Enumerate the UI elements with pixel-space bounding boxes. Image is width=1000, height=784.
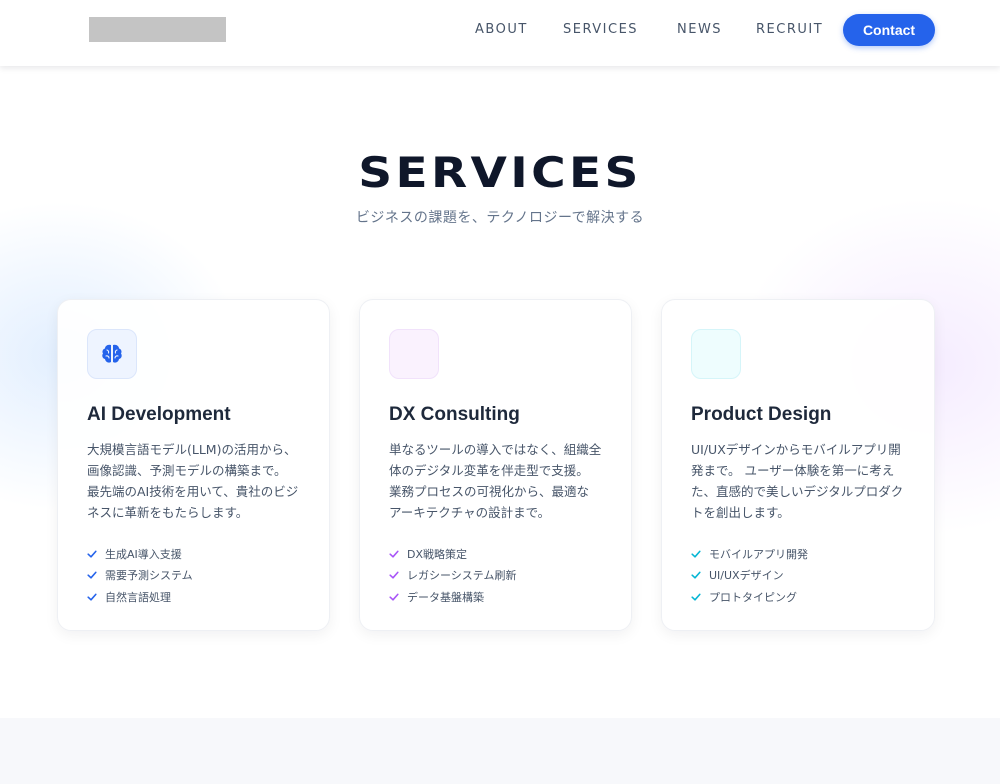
consulting-icon [389, 329, 439, 379]
card-description: 大規模言語モデル(LLM)の活用から、 画像認識、予測モデルの構築まで。 最先端… [87, 442, 299, 520]
feature-label: レガシーシステム刷新 [407, 569, 517, 583]
nav-services[interactable]: SERVICES [563, 22, 638, 37]
feature-item: UI/UXデザイン [691, 565, 808, 587]
section-subtitle: ビジネスの課題を、テクノロジーで解決する [355, 210, 645, 226]
service-card-ai[interactable]: AI Development 大規模言語モデル(LLM)の活用から、 画像認識、… [57, 299, 330, 631]
check-icon [691, 593, 701, 601]
feature-item: モバイルアプリ開発 [691, 543, 808, 565]
feature-label: モバイルアプリ開発 [709, 547, 808, 561]
card-title: Product Design [691, 404, 832, 425]
card-description: UI/UXデザインからモバイルアプリ開 発まで。 ユーザー体験を第一に考え た、… [691, 442, 904, 520]
check-icon [691, 571, 701, 579]
nav-recruit[interactable]: RECRUIT [756, 22, 823, 37]
feature-item: プロトタイピング [691, 586, 808, 608]
feature-item: 自然言語処理 [87, 586, 193, 608]
service-card-dx[interactable]: DX Consulting 単なるツールの導入ではなく、組織全 体のデジタル変革… [359, 299, 632, 631]
check-icon [87, 550, 97, 558]
section-title: SERVICES [358, 148, 642, 197]
check-icon [389, 593, 399, 601]
feature-list: DX戦略策定 レガシーシステム刷新 データ基盤構築 [389, 543, 516, 608]
feature-list: モバイルアプリ開発 UI/UXデザイン プロトタイピング [691, 543, 808, 608]
check-icon [389, 571, 399, 579]
card-description: 単なるツールの導入ではなく、組織全 体のデジタル変革を伴走型で支援。 業務プロセ… [389, 442, 602, 520]
nav-about[interactable]: ABOUT [475, 22, 528, 37]
feature-list: 生成AI導入支援 需要予測システム 自然言語処理 [87, 543, 193, 608]
nav-news[interactable]: NEWS [677, 22, 722, 37]
card-title: DX Consulting [389, 404, 520, 425]
feature-label: プロトタイピング [709, 590, 797, 604]
check-icon [389, 550, 399, 558]
feature-item: 需要予測システム [87, 565, 193, 587]
brain-icon [87, 329, 137, 379]
site-logo-placeholder[interactable] [89, 17, 226, 42]
check-icon [87, 571, 97, 579]
feature-label: UI/UXデザイン [709, 569, 784, 583]
feature-item: DX戦略策定 [389, 543, 516, 565]
feature-item: 生成AI導入支援 [87, 543, 193, 565]
card-title: AI Development [87, 404, 231, 425]
contact-button[interactable]: Contact [843, 14, 935, 46]
service-card-design[interactable]: Product Design UI/UXデザインからモバイルアプリ開 発まで。 … [661, 299, 935, 631]
check-icon [691, 550, 701, 558]
feature-label: 生成AI導入支援 [105, 547, 182, 561]
next-section-band [0, 718, 1000, 784]
feature-label: 需要予測システム [105, 569, 193, 583]
design-icon [691, 329, 741, 379]
feature-item: データ基盤構築 [389, 586, 516, 608]
feature-label: 自然言語処理 [105, 590, 171, 604]
feature-item: レガシーシステム刷新 [389, 565, 516, 587]
check-icon [87, 593, 97, 601]
feature-label: DX戦略策定 [407, 547, 468, 561]
feature-label: データ基盤構築 [407, 590, 484, 604]
site-header: ABOUT SERVICES NEWS RECRUIT Contact [0, 0, 1000, 66]
